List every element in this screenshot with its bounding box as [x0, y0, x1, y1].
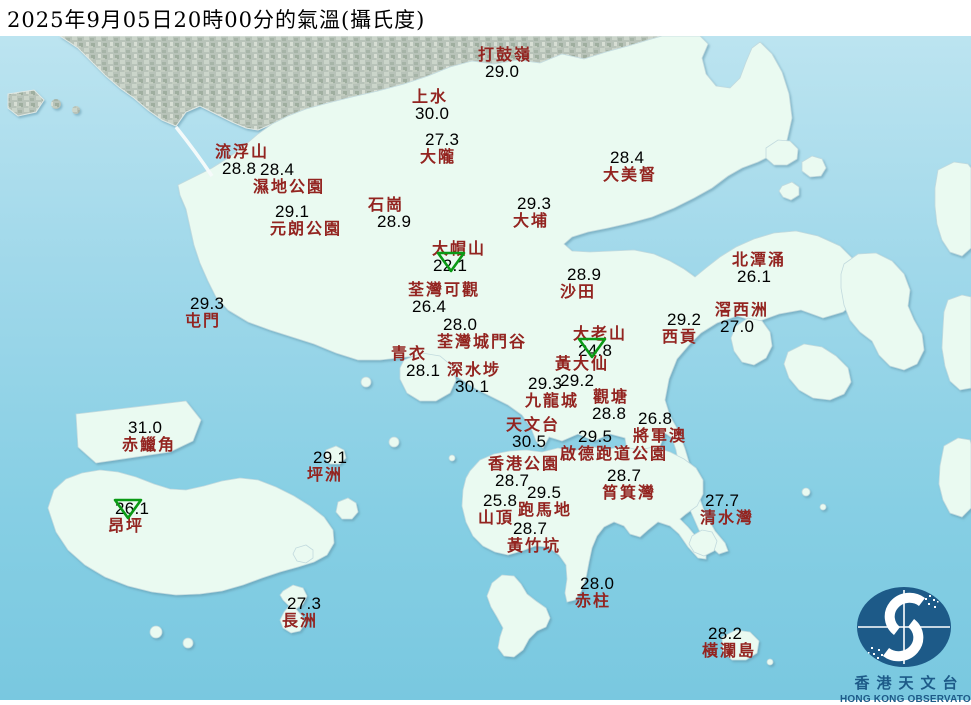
ma-wan-island [361, 377, 371, 387]
hong-kong-map [0, 0, 971, 700]
hko-logo: 香港天文台 HONG KONG OBSERVATORY [840, 584, 971, 705]
soko-island [183, 638, 193, 648]
shenzhen-islet [72, 106, 80, 114]
waglan-island [767, 659, 773, 665]
green-island [449, 455, 455, 461]
kau-yi-chau-island [389, 437, 399, 447]
title-bar: 2025年9月05日20時00分的氣溫(攝氏度) [0, 0, 971, 36]
shenzhen-islet [51, 99, 61, 109]
hko-logo-name-cn: 香港天文台 [840, 672, 971, 693]
map-title: 2025年9月05日20時00分的氣溫(攝氏度) [7, 4, 425, 34]
soko-island [150, 626, 162, 638]
logo-emblem-spacer [840, 584, 971, 670]
clear-water-bay-islet [802, 488, 810, 496]
clear-water-bay-islet [820, 504, 826, 510]
